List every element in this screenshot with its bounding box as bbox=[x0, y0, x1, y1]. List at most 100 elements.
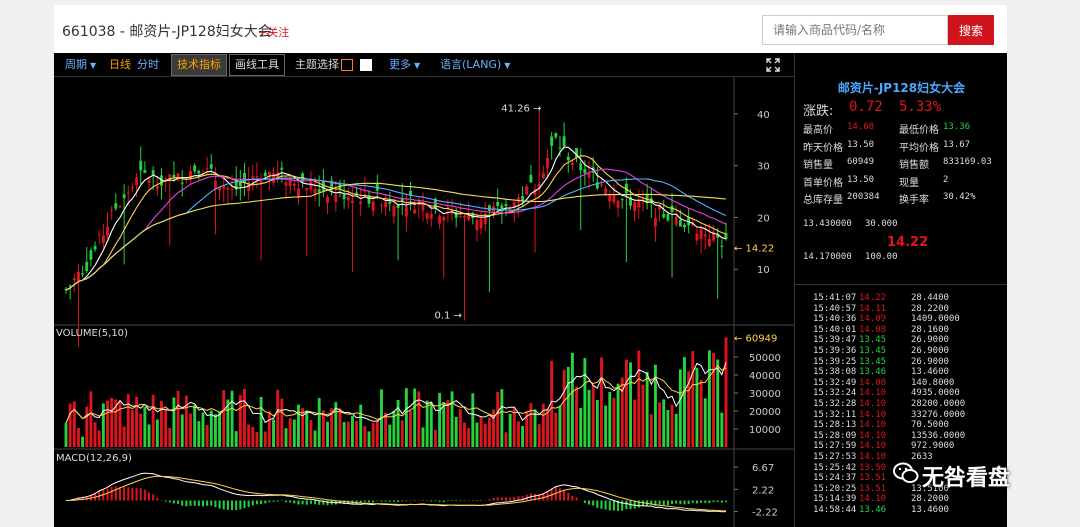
candle-body bbox=[583, 169, 587, 174]
trade-volume: 28.2200 bbox=[911, 303, 949, 314]
trade-price: 13.51 bbox=[859, 483, 887, 494]
macd-tick-label: 6.67 bbox=[752, 463, 774, 474]
period-label: 周期 bbox=[65, 58, 87, 71]
stat-label: 总库存量 bbox=[803, 195, 843, 206]
candle-body bbox=[429, 213, 433, 220]
trade-volume: 13.4600 bbox=[911, 367, 949, 378]
candle-body bbox=[413, 209, 417, 214]
language-menu[interactable]: 语言(LANG) ▼ bbox=[440, 53, 510, 77]
macd-histogram-bar bbox=[309, 500, 312, 504]
candle-body bbox=[546, 157, 549, 168]
trade-time: 15:40:36 bbox=[813, 314, 857, 325]
volume-tick-label: 30000 bbox=[749, 389, 781, 400]
macd-histogram-bar bbox=[247, 500, 250, 508]
macd-histogram-bar bbox=[148, 492, 151, 501]
macd-histogram-bar bbox=[210, 500, 213, 506]
macd-histogram-bar bbox=[513, 496, 516, 501]
trade-time: 15:28:13 bbox=[813, 420, 857, 431]
macd-histogram-bar bbox=[193, 500, 196, 506]
macd-histogram-bar bbox=[384, 500, 387, 502]
theme-light-swatch[interactable] bbox=[360, 59, 372, 71]
candle-body bbox=[579, 163, 583, 171]
trade-volume: 28.1600 bbox=[911, 324, 949, 335]
candle-body bbox=[612, 194, 616, 203]
macd-histogram-bar bbox=[214, 500, 217, 508]
stat-label: 销售额 bbox=[899, 160, 929, 171]
volume-bar bbox=[193, 404, 197, 447]
volume-bar bbox=[122, 426, 126, 447]
macd-histogram-bar bbox=[608, 500, 611, 511]
volume-bar bbox=[674, 413, 678, 447]
candle-body bbox=[68, 285, 72, 287]
drawing-tools-button[interactable]: 画线工具 bbox=[229, 54, 285, 76]
macd-histogram-bar bbox=[251, 500, 254, 506]
candle-body bbox=[93, 245, 97, 250]
candle-body bbox=[280, 167, 284, 170]
kline-chart[interactable]: 40 30 20 10 41.26 → 0.1 → ← 14.22 VOLUME(5,10) 5… bbox=[54, 53, 794, 527]
macd-histogram-bar bbox=[675, 500, 678, 504]
candle-body bbox=[487, 205, 491, 211]
volume-bar bbox=[425, 400, 429, 447]
macd-histogram-bar bbox=[666, 500, 669, 506]
volume-bar bbox=[716, 359, 720, 447]
macd-histogram-bar bbox=[239, 500, 242, 510]
volume-bar bbox=[305, 410, 309, 447]
macd-histogram-bar bbox=[700, 500, 703, 503]
macd-histogram-bar bbox=[417, 499, 420, 501]
theme-dark-swatch[interactable] bbox=[341, 59, 353, 71]
candle-body bbox=[284, 182, 288, 186]
macd-histogram-bar bbox=[579, 500, 582, 501]
candle-body bbox=[562, 136, 566, 146]
stat-value: 13.67 bbox=[943, 139, 971, 150]
candle-body bbox=[238, 182, 242, 187]
trade-time: 15:32:28 bbox=[813, 398, 857, 409]
candle-body bbox=[558, 147, 562, 149]
current-price: 14.22 bbox=[887, 235, 929, 250]
trade-volume: 4935.0000 bbox=[911, 388, 960, 399]
candle-body bbox=[272, 173, 275, 183]
tab-daily[interactable]: 日线 bbox=[109, 53, 131, 77]
candle-body bbox=[101, 235, 105, 243]
volume-bar bbox=[251, 427, 255, 447]
macd-histogram-bar bbox=[168, 500, 171, 503]
macd-histogram-bar bbox=[712, 500, 715, 503]
macd-histogram-bar bbox=[500, 497, 503, 501]
stat-value: 2 bbox=[943, 174, 949, 185]
language-label: 语言(LANG) bbox=[440, 58, 502, 71]
volume-bar bbox=[546, 408, 549, 447]
volume-tick-label: 10000 bbox=[749, 425, 781, 436]
volume-bar bbox=[326, 421, 329, 447]
search-input[interactable] bbox=[762, 15, 948, 45]
candle-body bbox=[541, 172, 545, 178]
macd-histogram-bar bbox=[235, 500, 238, 511]
tab-intraday[interactable]: 分时 bbox=[137, 53, 159, 77]
trade-price: 13.46 bbox=[859, 367, 887, 378]
volume-bar bbox=[130, 409, 134, 447]
macd-histogram-bar bbox=[135, 487, 138, 501]
fullscreen-icon[interactable] bbox=[766, 58, 780, 72]
follow-link[interactable]: +关注 bbox=[258, 24, 289, 40]
volume-bar bbox=[587, 389, 591, 447]
macd-histogram-bar bbox=[509, 497, 512, 501]
indicators-button[interactable]: 技术指标 bbox=[171, 54, 227, 76]
macd-histogram-bar bbox=[152, 494, 155, 501]
trading-app: 40 30 20 10 41.26 → 0.1 → ← 14.22 VOLUME(5,10) 5… bbox=[54, 53, 1007, 527]
candle-body bbox=[326, 196, 329, 203]
macd-histogram-bar bbox=[600, 500, 603, 509]
macd-histogram-bar bbox=[160, 500, 163, 501]
volume-bar bbox=[189, 413, 192, 447]
macd-histogram-bar bbox=[405, 500, 408, 502]
stat-label: 换手率 bbox=[899, 195, 929, 206]
search-button[interactable]: 搜索 bbox=[948, 15, 994, 45]
period-menu[interactable]: 周期 ▼ bbox=[65, 53, 96, 77]
trade-volume: 26.9000 bbox=[911, 335, 949, 346]
volume-bar bbox=[77, 428, 80, 447]
ask-price: 13.430000 bbox=[803, 219, 852, 229]
volume-bar bbox=[683, 357, 686, 447]
volume-bar bbox=[562, 369, 566, 447]
trade-price: 14.08 bbox=[859, 324, 887, 335]
theme-label: 主题选择 bbox=[295, 58, 339, 71]
stat-label: 平均价格 bbox=[899, 142, 939, 154]
candle-body bbox=[438, 216, 442, 224]
more-menu[interactable]: 更多 ▼ bbox=[389, 53, 420, 77]
